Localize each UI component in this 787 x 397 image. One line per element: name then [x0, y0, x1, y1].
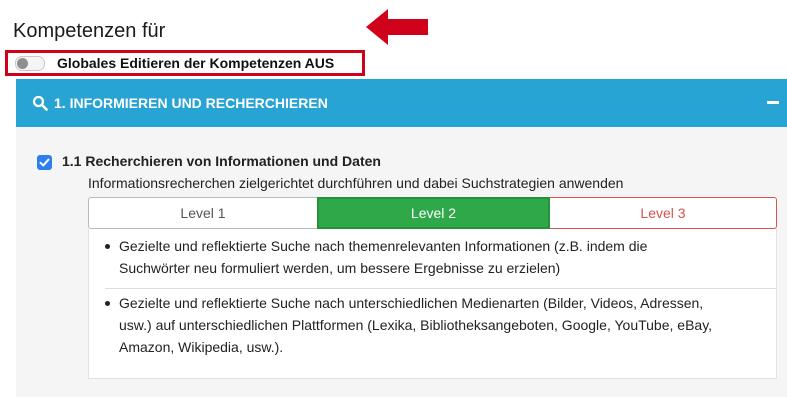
list-item-line: Gezielte und reflektierte Suche nach unt… — [119, 295, 704, 311]
global-edit-toggle[interactable] — [15, 55, 45, 71]
check-icon — [39, 158, 50, 167]
level-selector: Level 1 Level 2 Level 3 — [88, 197, 777, 229]
global-edit-toggle-container: Globales Editieren der Kompetenzen AUS — [5, 50, 365, 76]
minus-icon[interactable] — [767, 101, 779, 104]
toggle-knob — [17, 57, 28, 69]
list-item-line: Amazon, Wikipedia, usw.). — [119, 339, 284, 355]
page-title: Kompetenzen für — [13, 20, 166, 42]
arrow-left-icon — [366, 9, 428, 45]
divider — [105, 288, 776, 289]
competency-checkbox[interactable] — [37, 155, 52, 170]
search-icon — [32, 95, 48, 111]
level-2-button[interactable]: Level 2 — [317, 197, 550, 229]
level-description-card: Gezielte und reflektierte Suche nach the… — [88, 229, 777, 379]
list-item: Gezielte und reflektierte Suche nach the… — [105, 235, 769, 279]
bullet — [105, 244, 110, 249]
global-edit-toggle-label: Globales Editieren der Kompetenzen AUS — [57, 55, 335, 71]
accordion-header-informieren[interactable]: 1. INFORMIEREN UND RECHERCHIEREN — [16, 79, 787, 127]
level-1-button[interactable]: Level 1 — [88, 197, 317, 229]
accordion-title: 1. INFORMIEREN UND RECHERCHIEREN — [54, 95, 328, 111]
list-item-line: usw.) auf unterschiedlichen Plattformen … — [119, 317, 713, 333]
bullet — [105, 301, 110, 306]
competency-title: 1.1 Recherchieren von Informationen und … — [62, 153, 381, 169]
list-item-line: Suchwörter neu formuliert werden, um bes… — [119, 260, 561, 276]
level-3-button[interactable]: Level 3 — [550, 197, 777, 229]
list-item-line: Gezielte und reflektierte Suche nach the… — [119, 238, 648, 254]
list-item: Gezielte und reflektierte Suche nach unt… — [105, 292, 769, 358]
competency-description: Informationsrecherchen zielgerichtet dur… — [88, 175, 624, 191]
